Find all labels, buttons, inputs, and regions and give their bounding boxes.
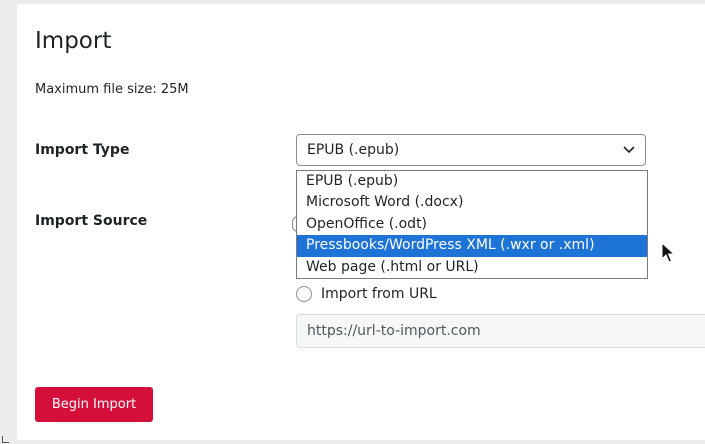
page-title: Import	[35, 28, 112, 54]
import-panel: Import Maximum file size: 25M Import Typ…	[17, 4, 705, 440]
import-type-label: Import Type	[35, 142, 130, 158]
import-from-url-option[interactable]: Import from URL	[296, 286, 437, 302]
mouse-pointer-icon	[661, 242, 675, 263]
import-type-selected-value: EPUB (.epub)	[307, 142, 400, 158]
max-file-size-note: Maximum file size: 25M	[35, 82, 189, 97]
corner-mark	[2, 436, 9, 443]
import-from-url-radio[interactable]	[296, 286, 312, 302]
chevron-down-icon	[623, 146, 635, 154]
import-type-select[interactable]: EPUB (.epub)	[296, 134, 646, 166]
dropdown-option-docx[interactable]: Microsoft Word (.docx)	[297, 192, 647, 213]
dropdown-option-wxr[interactable]: Pressbooks/WordPress XML (.wxr or .xml)	[297, 235, 647, 257]
import-source-label: Import Source	[35, 213, 148, 229]
dropdown-option-epub[interactable]: EPUB (.epub)	[297, 171, 647, 192]
import-type-dropdown: EPUB (.epub) Microsoft Word (.docx) Open…	[296, 170, 648, 279]
import-url-input[interactable]	[296, 314, 705, 348]
begin-import-button[interactable]: Begin Import	[35, 387, 153, 422]
dropdown-option-webpage[interactable]: Web page (.html or URL)	[297, 257, 647, 278]
dropdown-option-odt[interactable]: OpenOffice (.odt)	[297, 214, 647, 235]
import-from-url-label: Import from URL	[321, 286, 437, 302]
